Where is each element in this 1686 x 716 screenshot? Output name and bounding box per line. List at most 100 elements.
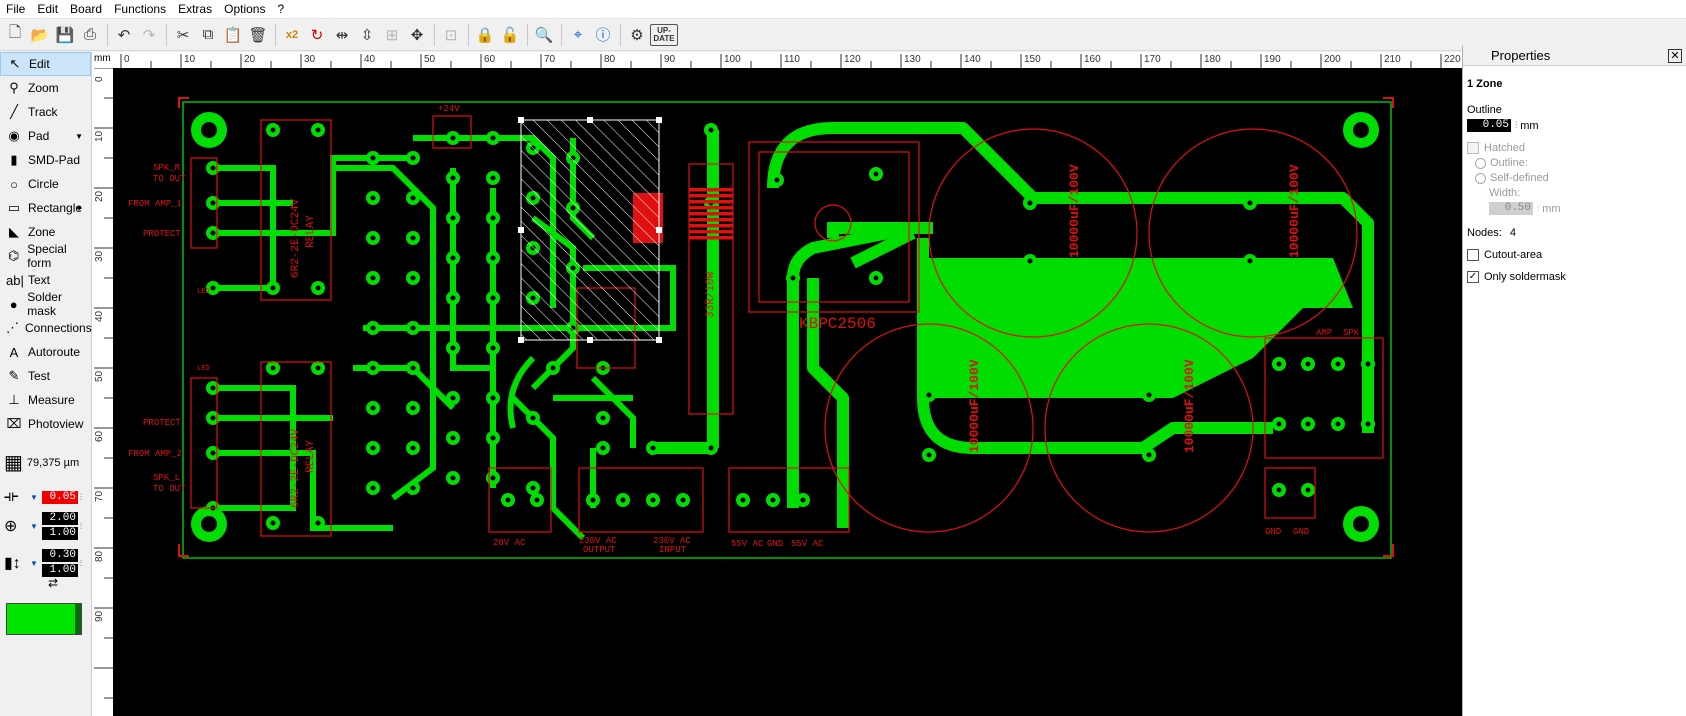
copy-icon[interactable]: ⧉ [196, 23, 220, 47]
layer-color-swatch[interactable] [6, 603, 82, 635]
chevron-down-icon[interactable]: ▼ [75, 132, 83, 141]
chevron-down-icon[interactable]: ▼ [30, 559, 38, 568]
zoom-icon: ⚲ [9, 80, 19, 95]
crosshair-icon[interactable]: ⌖ [566, 23, 590, 47]
pad-hole [505, 497, 511, 503]
tool-pad[interactable]: ◉ Pad ▼ [0, 124, 91, 148]
pad-hole [315, 285, 321, 291]
pad-hole [1247, 258, 1253, 264]
tool-solder-mask[interactable]: ● Solder mask [0, 290, 91, 318]
tool-edit[interactable]: ↖ Edit [0, 52, 91, 76]
snap-icon[interactable]: ✥ [405, 23, 429, 47]
paste-icon[interactable]: 📋 [221, 23, 245, 47]
width-field[interactable]: 0.50 [1489, 202, 1533, 215]
tool-track[interactable]: ╱ Track [0, 100, 91, 124]
spin-icon[interactable]: ⫶ [1515, 120, 1517, 131]
group-icon[interactable]: ⊡ [439, 23, 463, 47]
tool-rectangle[interactable]: ▭ Rectangle ▼ [0, 196, 91, 220]
rotate-icon[interactable]: ↻ [305, 23, 329, 47]
delete-icon[interactable]: 🗑 [246, 23, 270, 47]
pcb-drawing[interactable]: SPK_R TO OUT FROM AMP_1 PROTECT PROTECT … [113, 68, 1462, 716]
hatched-checkbox[interactable] [1467, 142, 1479, 154]
update-icon[interactable]: UP- DATE [650, 23, 678, 46]
mirror-vertical-icon[interactable]: ⇳ [355, 23, 379, 47]
pcb-canvas[interactable]: SPK_R TO OUT FROM AMP_1 PROTECT PROTECT … [113, 68, 1462, 716]
tool-connections[interactable]: ⋰ Connections [0, 316, 92, 340]
spin-icon[interactable]: ⫶ [80, 558, 82, 569]
chevron-down-icon[interactable]: ▼ [75, 204, 83, 213]
swap-icon[interactable]: ⇄ [48, 576, 58, 590]
spin-icon[interactable]: ⫶ [80, 492, 82, 503]
track-width-icon[interactable]: ⟛ [4, 488, 30, 506]
tool-circle[interactable]: ○ Circle [0, 172, 91, 196]
lock-icon[interactable]: 🔒 [473, 23, 497, 47]
align-icon[interactable]: ⊞ [380, 23, 404, 47]
self-defined-radio[interactable] [1475, 172, 1486, 184]
settings-icon[interactable]: ⚙ [625, 23, 649, 47]
menu-options[interactable]: Options [218, 0, 271, 19]
pad-hole [270, 127, 276, 133]
chevron-down-icon[interactable]: ▼ [30, 522, 38, 531]
pad-hole [450, 395, 456, 401]
smd-stripe [689, 188, 733, 192]
pad-hole [270, 285, 276, 291]
only-soldermask-checkbox[interactable]: ✓ [1467, 271, 1479, 283]
tool-autoroute[interactable]: A Autoroute [0, 340, 91, 364]
chevron-down-icon[interactable]: ▼ [30, 493, 38, 502]
tool-label: Rectangle [28, 201, 83, 215]
mirror-horizontal-icon[interactable]: ⇹ [330, 23, 354, 47]
close-icon[interactable]: ✕ [1668, 48, 1682, 63]
menu-board[interactable]: Board [64, 0, 108, 19]
save-icon[interactable]: 💾 [53, 23, 77, 47]
menu-file[interactable]: File [0, 0, 31, 19]
unlock-icon[interactable]: 🔓 [498, 23, 522, 47]
tool-test[interactable]: ✎ Test [0, 364, 91, 388]
zoom-search-icon[interactable]: 🔍 [532, 23, 556, 47]
info-icon[interactable]: ⓘ [591, 23, 615, 47]
grid-setting[interactable]: ▦ 79,375 µm [4, 450, 79, 475]
tool-photoview[interactable]: ⌧ Photoview [0, 412, 91, 436]
tool-special-form[interactable]: ⌬ Special form [0, 242, 91, 270]
grid-value: 79,375 µm [26, 456, 80, 469]
pad-outer-field[interactable]: 2.00 [41, 512, 78, 525]
smd-stripe [689, 218, 733, 222]
smd-size-setting: ▮↕ ▼ 0.30 1.00 ⫶ [4, 549, 82, 577]
cut-icon[interactable]: ✂ [171, 23, 195, 47]
pad-hole [534, 497, 540, 503]
label-230v-in-2: INPUT [659, 545, 687, 555]
outline-field[interactable]: 0.05 [1467, 119, 1511, 132]
ruler-left-label: 50 [94, 370, 105, 382]
menu-functions[interactable]: Functions [108, 0, 172, 19]
print-icon[interactable]: ⎙ [78, 23, 102, 47]
tool-zoom[interactable]: ⚲ Zoom [0, 76, 91, 100]
pad-hole [1276, 421, 1282, 427]
track-width-field[interactable]: 0.05 [41, 490, 78, 504]
smd-width-field[interactable]: 0.30 [41, 549, 78, 562]
pad-size-icon[interactable]: ⊕ [4, 516, 30, 536]
spin-icon[interactable]: ⫶ [1537, 203, 1539, 214]
menu-extras[interactable]: Extras [172, 0, 218, 19]
ruler-top-label: 200 [1324, 54, 1341, 65]
cutout-label: Cutout-area [1484, 249, 1543, 261]
label-230v-out-2: OUTPUT [583, 545, 616, 555]
open-icon[interactable]: 📂 [28, 23, 52, 47]
tool-smd-pad[interactable]: ▮ SMD-Pad [0, 148, 91, 172]
x2-icon[interactable]: x2 [280, 23, 304, 47]
new-icon[interactable]: 🗋 [3, 23, 27, 47]
menu-help[interactable]: ? [271, 0, 290, 19]
spin-icon[interactable]: ⫶ [80, 521, 82, 532]
cutout-checkbox[interactable] [1467, 249, 1479, 261]
tool-measure[interactable]: ⊥ Measure [0, 388, 91, 412]
smd-stripe [689, 206, 733, 210]
tool-text[interactable]: ab| Text [0, 268, 91, 292]
pad-inner-field[interactable]: 1.00 [41, 527, 78, 540]
selected-zone[interactable] [520, 119, 660, 341]
redo-icon[interactable]: ↷ [137, 23, 161, 47]
pad-hole [210, 385, 216, 391]
pad-hole [620, 497, 626, 503]
menu-edit[interactable]: Edit [31, 0, 64, 19]
tool-zone[interactable]: ◣ Zone [0, 220, 91, 244]
undo-icon[interactable]: ↶ [112, 23, 136, 47]
smd-size-icon[interactable]: ▮↕ [4, 553, 30, 573]
outline-radio[interactable] [1475, 157, 1486, 169]
